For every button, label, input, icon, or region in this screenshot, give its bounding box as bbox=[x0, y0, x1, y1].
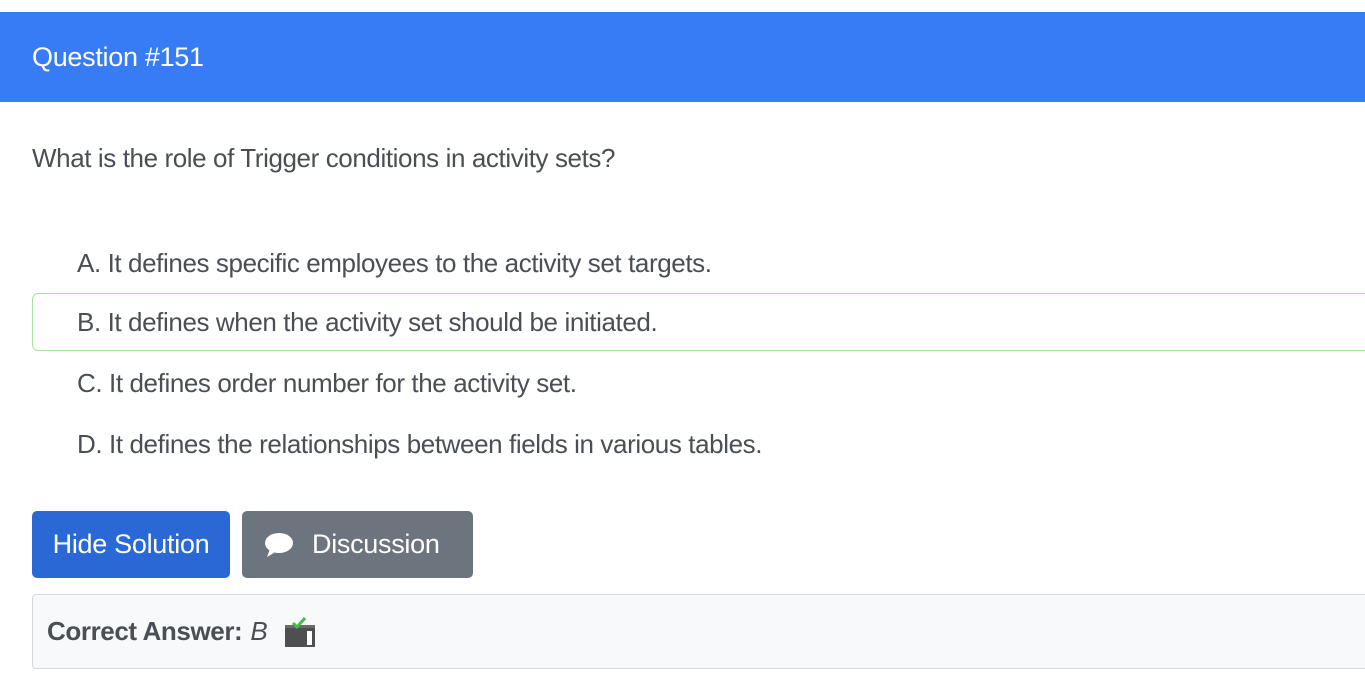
choice-d[interactable]: D. It defines the relationships between … bbox=[32, 415, 1365, 473]
correct-answer-value: B bbox=[250, 616, 268, 646]
choice-a[interactable]: A. It defines specific employees to the … bbox=[32, 234, 1365, 292]
choice-c[interactable]: C. It defines order number for the activ… bbox=[32, 354, 1365, 412]
correct-answer-box: Correct Answer: B bbox=[32, 594, 1365, 669]
vote-box-icon[interactable] bbox=[283, 616, 317, 648]
question-title: Question #151 bbox=[32, 41, 204, 72]
correct-answer-label: Correct Answer: bbox=[47, 616, 243, 646]
speech-bubble-icon bbox=[264, 532, 294, 558]
discussion-button[interactable]: Discussion bbox=[242, 511, 473, 578]
question-header: Question #151 bbox=[0, 12, 1365, 102]
discussion-label: Discussion bbox=[312, 529, 440, 559]
choice-b-correct[interactable]: B. It defines when the activity set shou… bbox=[32, 293, 1365, 351]
hide-solution-label: Hide Solution bbox=[52, 529, 210, 559]
hide-solution-button[interactable]: Hide Solution bbox=[32, 511, 230, 578]
question-text: What is the role of Trigger conditions i… bbox=[32, 143, 616, 173]
